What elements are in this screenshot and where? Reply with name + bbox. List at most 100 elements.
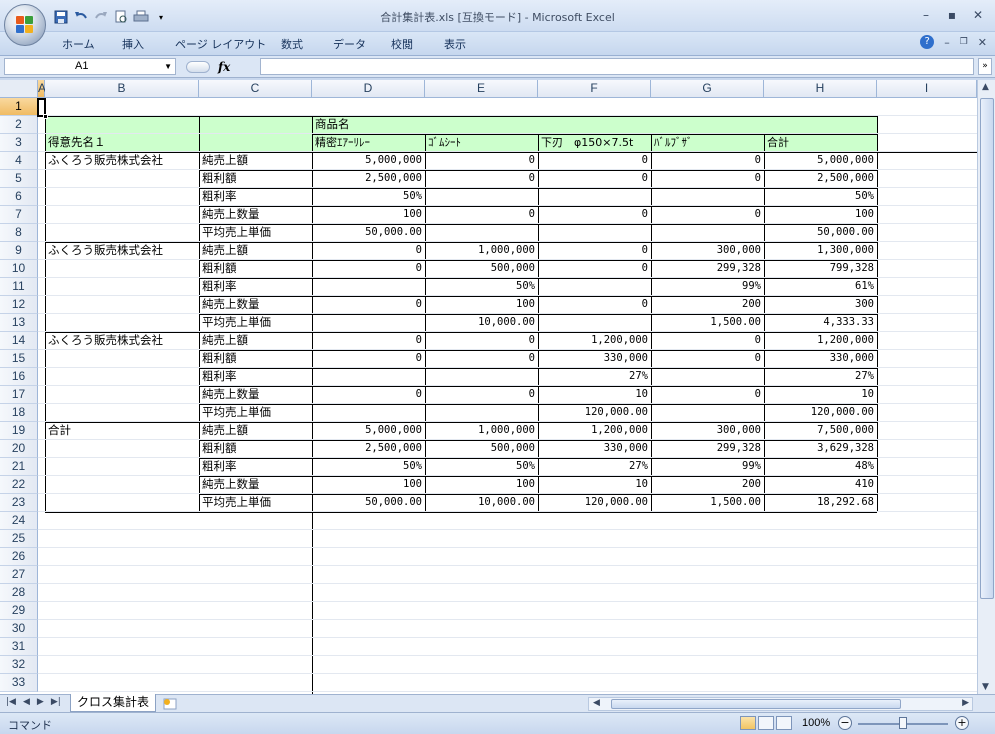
table-cell[interactable] (425, 404, 538, 422)
table-cell[interactable]: 5,000,000 (312, 152, 425, 170)
row-header[interactable]: 9 (0, 242, 38, 260)
table-cell[interactable]: 27% (538, 458, 651, 476)
table-cell[interactable]: 50% (764, 188, 877, 206)
table-cell[interactable]: 4,333.33 (764, 314, 877, 332)
table-cell[interactable]: 0 (312, 260, 425, 278)
table-cell[interactable]: 0 (538, 170, 651, 188)
table-cell[interactable]: 10 (538, 386, 651, 404)
table-cell[interactable]: 330,000 (538, 440, 651, 458)
table-cell[interactable] (45, 260, 199, 278)
table-cell[interactable]: 2,500,000 (312, 440, 425, 458)
table-cell[interactable]: 27% (538, 368, 651, 386)
row-header[interactable]: 21 (0, 458, 38, 476)
table-cell[interactable]: 0 (425, 350, 538, 368)
table-cell[interactable]: 粗利率 (199, 278, 312, 296)
table-cell[interactable]: 粗利額 (199, 350, 312, 368)
fill-handle[interactable] (43, 114, 48, 119)
zoom-level[interactable]: 100% (802, 717, 830, 729)
table-cell[interactable] (538, 278, 651, 296)
zoom-out-icon[interactable]: − (838, 716, 852, 730)
table-cell[interactable]: 300 (764, 296, 877, 314)
row-header[interactable]: 25 (0, 530, 38, 548)
table-cell[interactable]: 330,000 (538, 350, 651, 368)
table-cell[interactable]: 0 (425, 170, 538, 188)
row-header[interactable]: 28 (0, 584, 38, 602)
column-header[interactable]: E (425, 80, 538, 98)
table-cell[interactable]: 純売上数量 (199, 476, 312, 494)
table-cell[interactable]: 120,000.00 (538, 404, 651, 422)
table-cell[interactable]: 120,000.00 (764, 404, 877, 422)
vertical-scroll-thumb[interactable] (980, 98, 994, 599)
table-cell[interactable]: 7,500,000 (764, 422, 877, 440)
table-cell[interactable]: 1,500.00 (651, 314, 764, 332)
table-cell[interactable]: 500,000 (425, 260, 538, 278)
zoom-in-icon[interactable]: + (955, 716, 969, 730)
table-cell[interactable]: 330,000 (764, 350, 877, 368)
table-cell[interactable]: 799,328 (764, 260, 877, 278)
table-cell[interactable]: 50% (312, 458, 425, 476)
product-header[interactable]: 商品名 (312, 116, 512, 134)
table-cell[interactable] (45, 476, 199, 494)
table-cell[interactable]: 10,000.00 (425, 314, 538, 332)
table-cell[interactable]: 0 (312, 332, 425, 350)
table-cell[interactable]: ふくろう販売株式会社 (45, 332, 199, 350)
tab-insert[interactable]: 挿入 (122, 36, 144, 52)
sheet-tab-active[interactable]: クロス集計表 (70, 694, 156, 712)
table-cell[interactable]: 1,200,000 (538, 422, 651, 440)
table-cell[interactable] (45, 224, 199, 242)
row-header[interactable]: 1 (0, 98, 38, 116)
table-cell[interactable] (312, 278, 425, 296)
product-name-cell[interactable]: ｺﾞﾑｼｰﾄ (425, 134, 538, 152)
table-cell[interactable] (45, 188, 199, 206)
workbook-close-icon[interactable]: ✕ (978, 36, 987, 49)
maximize-icon[interactable]: ▪ (941, 6, 963, 24)
table-cell[interactable]: 0 (651, 170, 764, 188)
table-cell[interactable] (312, 314, 425, 332)
row-header[interactable]: 22 (0, 476, 38, 494)
column-header[interactable]: G (651, 80, 764, 98)
table-cell[interactable] (538, 188, 651, 206)
table-cell[interactable]: 粗利額 (199, 260, 312, 278)
table-cell[interactable]: 10 (764, 386, 877, 404)
workbook-minimize-icon[interactable]: – (944, 36, 950, 49)
row-header[interactable]: 13 (0, 314, 38, 332)
table-cell[interactable] (651, 224, 764, 242)
row-header[interactable]: 31 (0, 638, 38, 656)
table-cell[interactable]: 50% (425, 278, 538, 296)
normal-view-icon[interactable] (740, 716, 756, 730)
table-cell[interactable]: 0 (312, 386, 425, 404)
row-header[interactable]: 29 (0, 602, 38, 620)
row-header[interactable]: 11 (0, 278, 38, 296)
row-header[interactable]: 32 (0, 656, 38, 674)
table-cell[interactable]: 300,000 (651, 422, 764, 440)
tab-data[interactable]: データ (333, 36, 366, 52)
table-cell[interactable]: 50% (312, 188, 425, 206)
column-header[interactable]: H (764, 80, 877, 98)
table-cell[interactable]: 0 (651, 206, 764, 224)
tab-home[interactable]: ホーム (62, 36, 95, 52)
horizontal-scroll-thumb[interactable] (611, 699, 901, 709)
row-header[interactable]: 7 (0, 206, 38, 224)
next-sheet-icon[interactable]: ▶ (37, 697, 44, 707)
table-cell[interactable]: 1,200,000 (538, 332, 651, 350)
help-icon[interactable]: ? (920, 35, 935, 49)
product-name-cell[interactable]: 下刃 φ150×7.5t (538, 134, 768, 152)
table-cell[interactable]: 120,000.00 (538, 494, 651, 512)
cancel-entry-icon[interactable] (186, 60, 210, 73)
customer-header[interactable]: 得意先名１ (45, 134, 199, 152)
table-cell[interactable] (45, 386, 199, 404)
table-cell[interactable]: 61% (764, 278, 877, 296)
row-header[interactable]: 26 (0, 548, 38, 566)
scroll-up-icon[interactable]: ▲ (982, 82, 989, 92)
row-header[interactable]: 20 (0, 440, 38, 458)
table-cell[interactable]: 0 (651, 152, 764, 170)
table-cell[interactable]: 純売上数量 (199, 386, 312, 404)
table-cell[interactable]: 粗利額 (199, 440, 312, 458)
prev-sheet-icon[interactable]: ◀ (23, 697, 30, 707)
name-box-dropdown-icon[interactable]: ▼ (164, 59, 172, 74)
select-all-corner[interactable] (0, 80, 38, 98)
scroll-left-icon[interactable]: ◀ (593, 698, 600, 708)
row-header[interactable]: 19 (0, 422, 38, 440)
column-header[interactable]: I (877, 80, 977, 98)
table-cell[interactable] (45, 206, 199, 224)
